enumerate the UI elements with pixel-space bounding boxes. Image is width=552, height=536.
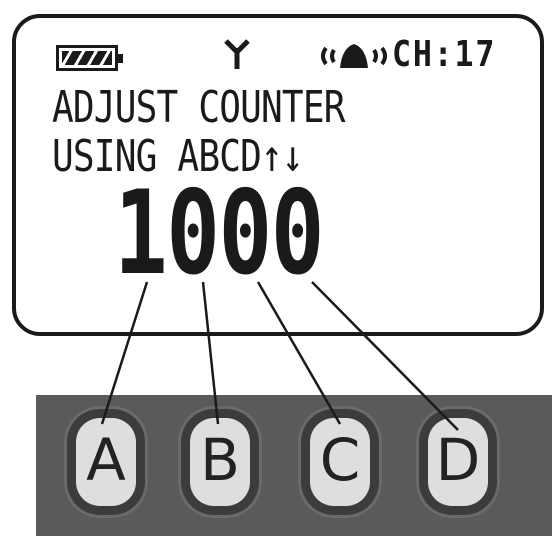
counter-digit-3: 0 <box>218 166 272 301</box>
bell-alert-icon <box>321 44 387 68</box>
device-illustration: CH:17 ADJUST COUNTER USING ABCD↑↓ 1000 A… <box>0 0 552 536</box>
key-b-button[interactable]: B <box>190 418 250 506</box>
channel-indicator: CH:17 <box>392 34 497 75</box>
counter-display: 1000 <box>114 166 325 301</box>
battery-level-fill <box>62 51 112 65</box>
key-c-button[interactable]: C <box>310 418 370 506</box>
battery-icon <box>56 45 123 71</box>
antenna-icon <box>224 39 250 69</box>
counter-digit-2: 0 <box>166 166 220 301</box>
key-a-button[interactable]: A <box>76 418 136 506</box>
key-d-button[interactable]: D <box>428 418 488 506</box>
counter-digit-1: 1 <box>114 166 168 301</box>
counter-digit-4: 0 <box>270 166 325 301</box>
instruction-line-1: ADJUST COUNTER <box>52 82 345 133</box>
